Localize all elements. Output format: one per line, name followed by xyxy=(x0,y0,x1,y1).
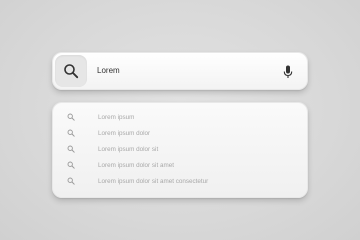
search-input[interactable] xyxy=(97,53,267,89)
suggestion-label: Lorem ipsum dolor sit xyxy=(98,145,159,153)
suggestion-label: Lorem ipsum dolor sit amet xyxy=(98,161,174,169)
suggestion-label: Lorem ipsum dolor sit amet consectetur xyxy=(98,177,209,185)
suggestion-label: Lorem ipsum xyxy=(98,113,135,121)
suggestion-label: Lorem ipsum dolor xyxy=(98,129,151,137)
search-bar xyxy=(52,52,308,90)
suggestion-item[interactable]: Lorem ipsum dolor sit xyxy=(53,141,307,157)
search-button[interactable] xyxy=(55,55,87,87)
search-icon xyxy=(67,145,75,153)
microphone-icon xyxy=(283,65,293,78)
suggestions-dropdown: Lorem ipsum Lorem ipsum dolor Lorem ipsu… xyxy=(52,102,308,198)
search-icon xyxy=(67,161,75,169)
suggestion-item[interactable]: Lorem ipsum dolor xyxy=(53,125,307,141)
search-icon xyxy=(67,129,75,137)
microphone-button[interactable] xyxy=(281,64,295,80)
search-icon xyxy=(64,64,79,79)
suggestion-item[interactable]: Lorem ipsum dolor sit amet consectetur xyxy=(53,173,307,189)
search-icon xyxy=(67,113,75,121)
search-icon xyxy=(67,177,75,185)
suggestion-item[interactable]: Lorem ipsum xyxy=(53,109,307,125)
suggestion-item[interactable]: Lorem ipsum dolor sit amet xyxy=(53,157,307,173)
